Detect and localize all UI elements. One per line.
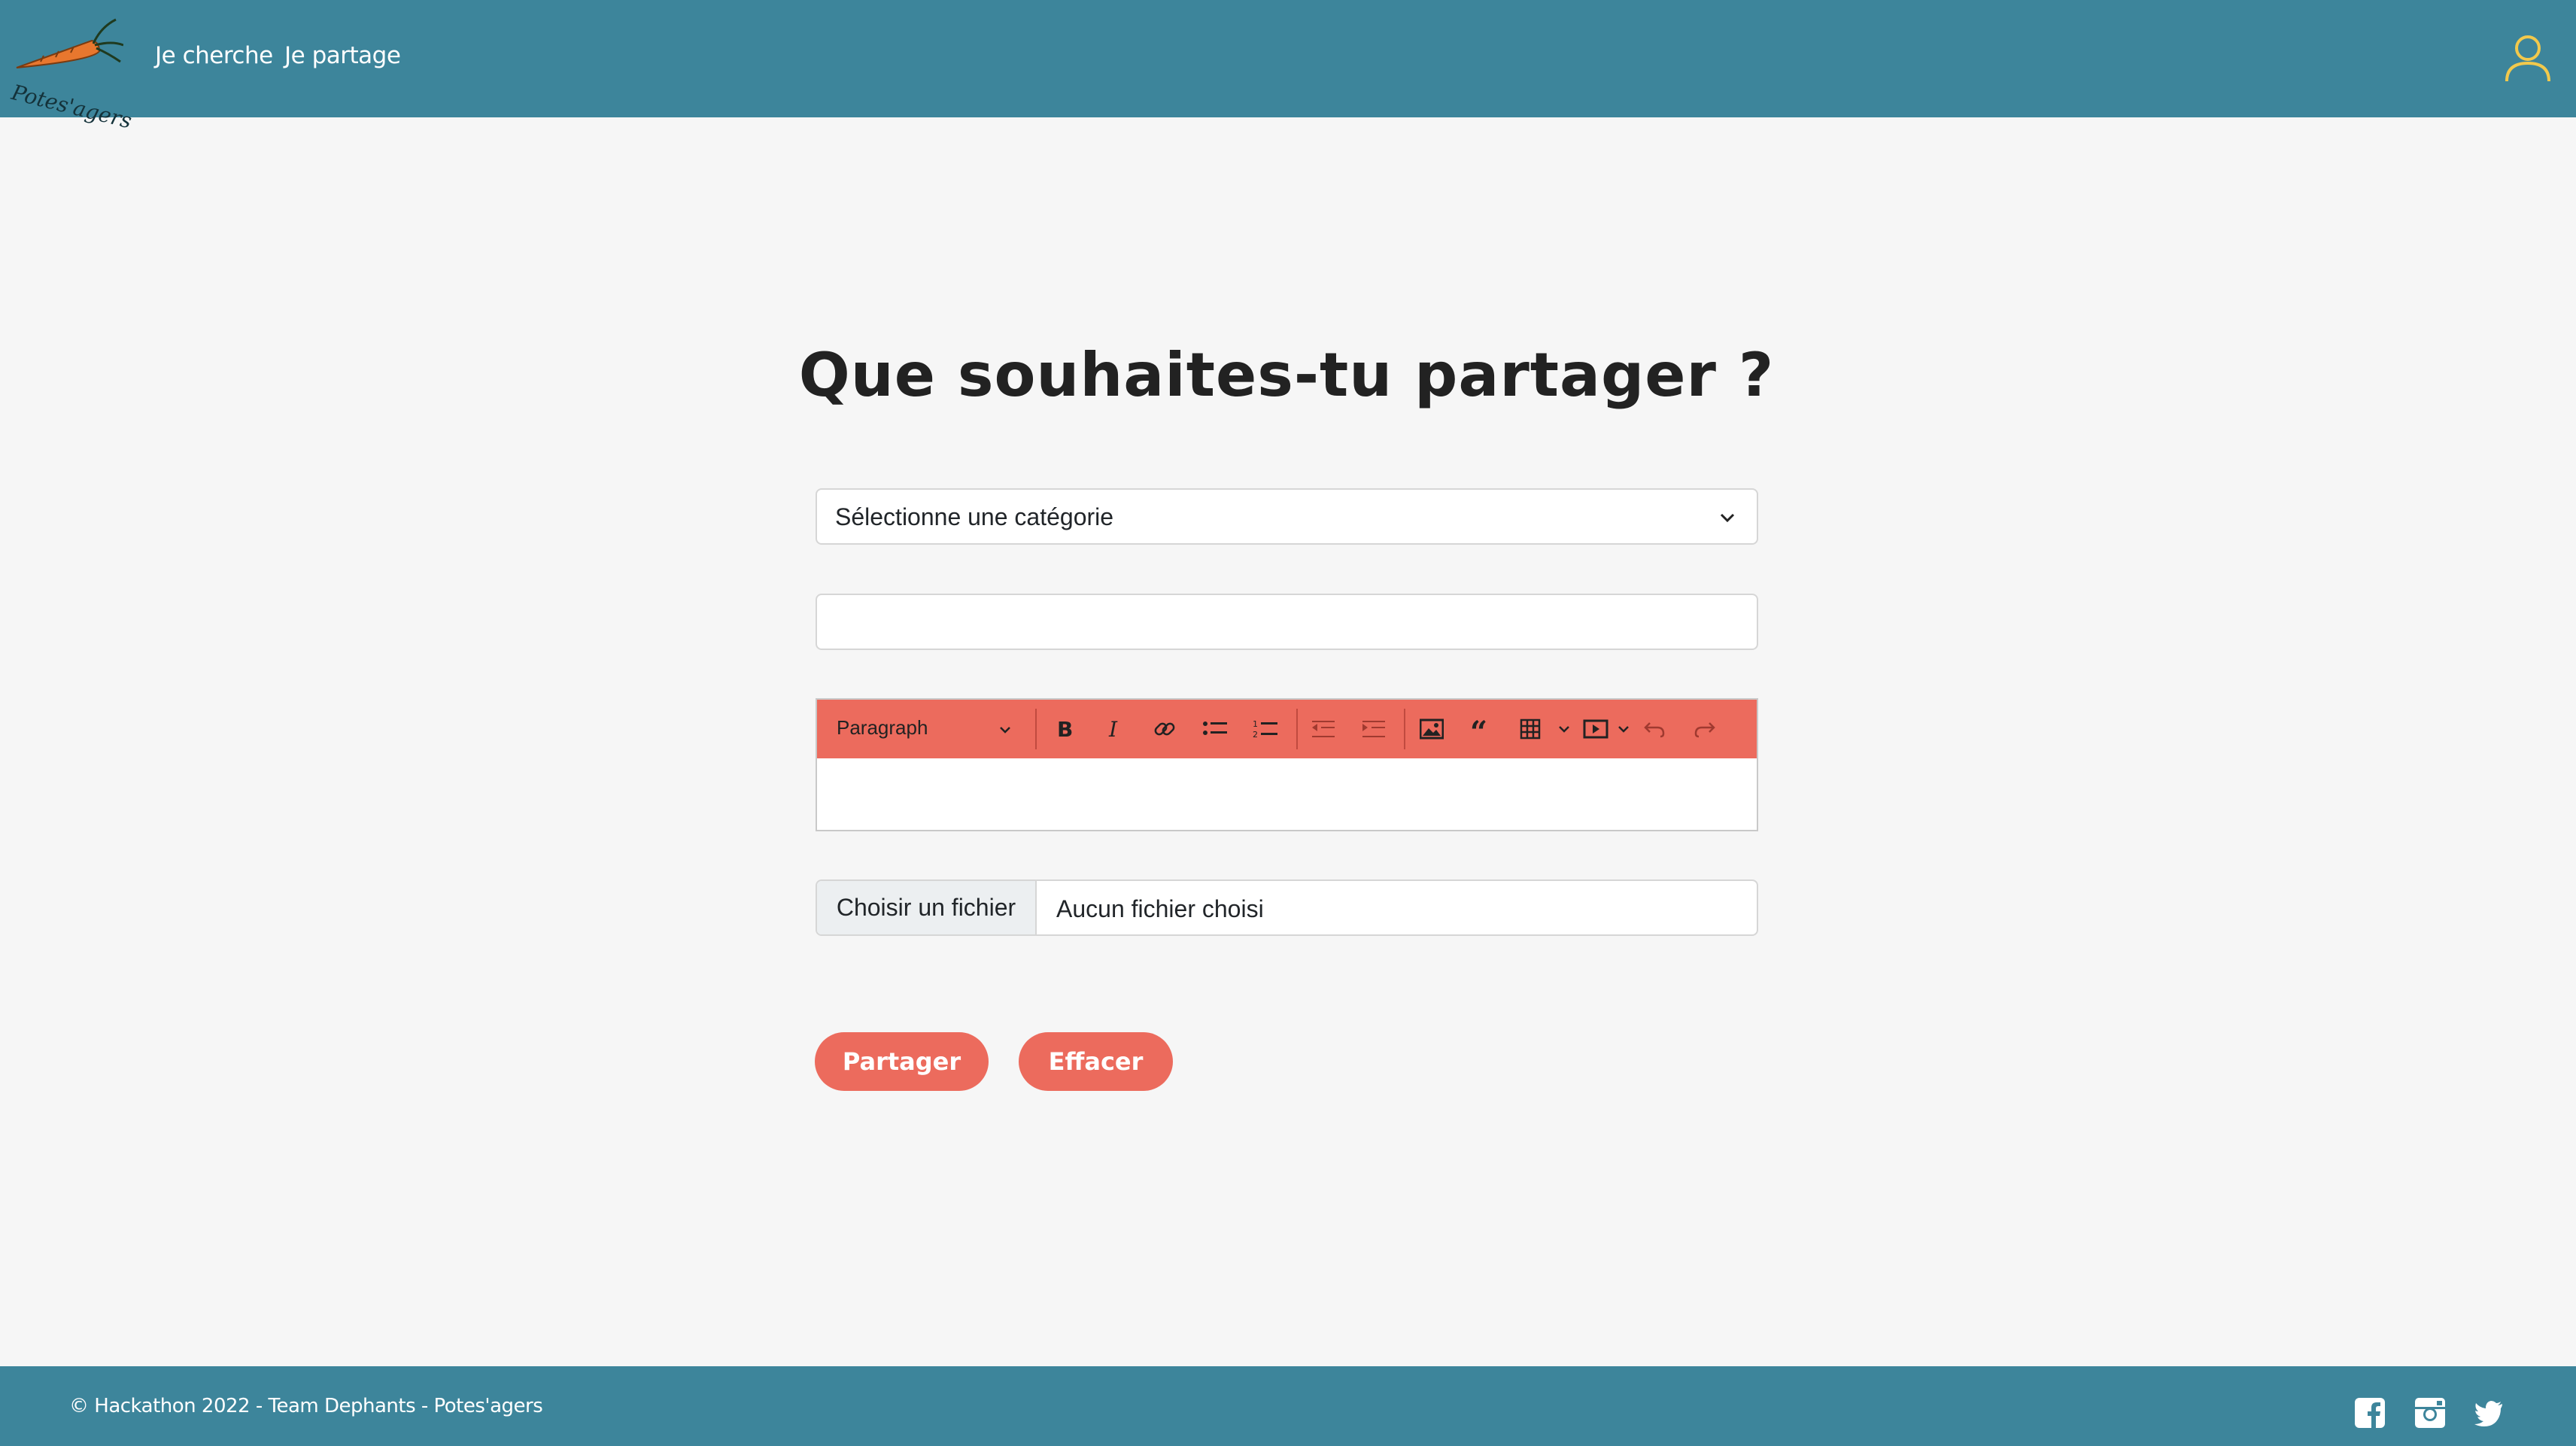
choose-file-button[interactable]: Choisir un fichier: [817, 881, 1037, 934]
top-navbar: Potes'agers Je cherche Je partage: [0, 0, 2576, 134]
title-input[interactable]: [816, 594, 1758, 650]
indent-icon[interactable]: [1356, 712, 1391, 746]
user-icon[interactable]: [2501, 30, 2555, 84]
clear-button[interactable]: Effacer: [1019, 1032, 1173, 1091]
svg-text:B: B: [1057, 718, 1073, 740]
nav-je-cherche[interactable]: Je cherche: [155, 42, 273, 69]
editor-toolbar: Paragraph B I 12 “: [817, 700, 1757, 758]
numbered-list-icon[interactable]: 12: [1248, 712, 1283, 746]
toolbar-divider: [1296, 709, 1298, 749]
editor-content-area[interactable]: [817, 758, 1757, 830]
instagram-icon[interactable]: [2413, 1396, 2447, 1429]
rich-text-editor: Paragraph B I 12 “: [816, 698, 1758, 831]
chevron-down-icon[interactable]: [1617, 724, 1630, 736]
table-icon[interactable]: [1515, 712, 1550, 746]
page-title: Que souhaites-tu partager ?: [798, 340, 1775, 410]
svg-text:2: 2: [1253, 730, 1258, 740]
quote-icon[interactable]: “: [1465, 712, 1499, 746]
chevron-down-icon: [1720, 513, 1735, 523]
nav-je-partage[interactable]: Je partage: [284, 42, 401, 69]
share-button[interactable]: Partager: [815, 1032, 989, 1091]
facebook-icon[interactable]: [2353, 1396, 2386, 1429]
chevron-down-icon: [1000, 727, 1010, 734]
paragraph-dropdown[interactable]: Paragraph: [837, 716, 928, 740]
undo-icon[interactable]: [1637, 712, 1672, 746]
copyright-text: © Hackathon 2022 - Team Dephants - Potes…: [69, 1395, 543, 1417]
svg-text:“: “: [1470, 718, 1487, 740]
media-icon[interactable]: [1578, 712, 1613, 746]
svg-text:1: 1: [1253, 719, 1258, 729]
italic-icon[interactable]: I: [1097, 712, 1132, 746]
category-select[interactable]: Sélectionne une catégorie: [816, 488, 1758, 545]
bulleted-list-icon[interactable]: [1198, 712, 1232, 746]
svg-text:I: I: [1108, 718, 1118, 740]
image-icon[interactable]: [1414, 712, 1449, 746]
file-input[interactable]: Choisir un fichier Aucun fichier choisi: [816, 879, 1758, 936]
file-status-text: Aucun fichier choisi: [1056, 895, 1264, 922]
redo-icon[interactable]: [1687, 712, 1722, 746]
chevron-down-icon[interactable]: [1557, 724, 1571, 736]
link-icon[interactable]: [1147, 712, 1182, 746]
footer: © Hackathon 2022 - Team Dephants - Potes…: [0, 1366, 2576, 1446]
twitter-icon[interactable]: [2472, 1396, 2505, 1429]
toolbar-divider: [1035, 709, 1037, 749]
toolbar-divider: [1404, 709, 1405, 749]
site-logo[interactable]: Potes'agers: [9, 12, 135, 134]
bold-icon[interactable]: B: [1046, 712, 1081, 746]
outdent-icon[interactable]: [1306, 712, 1341, 746]
category-select-value: Sélectionne une catégorie: [835, 503, 1114, 530]
